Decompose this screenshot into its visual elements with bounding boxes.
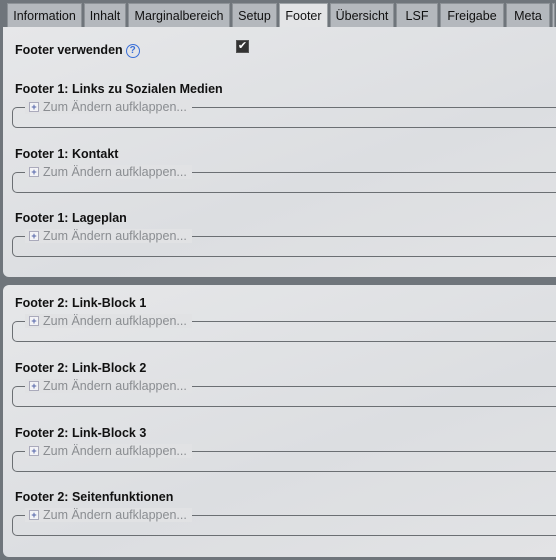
collapsible-fieldset: + Zum Ändern aufklappen... — [12, 508, 556, 536]
footer-verwenden-checkbox[interactable]: ✔ — [236, 40, 249, 53]
tab-übersicht[interactable]: Übersicht — [330, 3, 394, 27]
tab-lsf[interactable]: LSF — [396, 3, 438, 27]
collapsible-fieldset: + Zum Ändern aufklappen... — [12, 165, 556, 193]
footer-verwenden-row: Footer verwenden? — [15, 43, 140, 58]
plus-icon: + — [29, 102, 39, 112]
expand-label: Zum Ändern aufklappen... — [43, 100, 187, 114]
expand-toggle[interactable]: + Zum Ändern aufklappen... — [25, 444, 192, 458]
collapsible-fieldset: + Zum Ändern aufklappen... — [12, 100, 556, 128]
expand-toggle[interactable]: + Zum Ändern aufklappen... — [25, 100, 192, 114]
expand-label: Zum Ändern aufklappen... — [43, 229, 187, 243]
section-title: Footer 2: Link-Block 3 — [15, 426, 147, 440]
collapsible-fieldset: + Zum Ändern aufklappen... — [12, 379, 556, 407]
expand-label: Zum Ändern aufklappen... — [43, 444, 187, 458]
expand-label: Zum Ändern aufklappen... — [43, 165, 187, 179]
expand-toggle[interactable]: + Zum Ändern aufklappen... — [25, 165, 192, 179]
expand-label: Zum Ändern aufklappen... — [43, 508, 187, 522]
plus-icon: + — [29, 510, 39, 520]
section-title: Footer 2: Link-Block 1 — [15, 296, 147, 310]
section-title: Footer 1: Links zu Sozialen Medien — [15, 82, 223, 96]
footer-1-panel: Footer verwenden? ✔ Footer 1: Links zu S… — [3, 27, 556, 277]
plus-icon: + — [29, 167, 39, 177]
plus-icon: + — [29, 231, 39, 241]
section-title: Footer 2: Link-Block 2 — [15, 361, 147, 375]
tab-bar: Information Inhalt Marginalbereich Setup Foo… — [7, 3, 555, 28]
expand-label: Zum Ändern aufklappen... — [43, 379, 187, 393]
expand-label: Zum Ändern aufklappen... — [43, 314, 187, 328]
collapsible-fieldset: + Zum Ändern aufklappen... — [12, 314, 556, 342]
expand-toggle[interactable]: + Zum Ändern aufklappen... — [25, 314, 192, 328]
footer-verwenden-label: Footer verwenden — [15, 43, 123, 57]
tab-setup[interactable]: Setup — [232, 3, 277, 27]
plus-icon: + — [29, 316, 39, 326]
tab-freigabe[interactable]: Freigabe — [440, 3, 504, 27]
collapsible-fieldset: + Zum Ändern aufklappen... — [12, 444, 556, 472]
section-title: Footer 1: Lageplan — [15, 211, 127, 225]
tab-footer[interactable]: Footer — [279, 3, 328, 28]
plus-icon: + — [29, 446, 39, 456]
help-icon[interactable]: ? — [125, 44, 140, 58]
collapsible-fieldset: + Zum Ändern aufklappen... — [12, 229, 556, 257]
expand-toggle[interactable]: + Zum Ändern aufklappen... — [25, 508, 192, 522]
tab-marginalbereich[interactable]: Marginalbereich — [128, 3, 230, 27]
expand-toggle[interactable]: + Zum Ändern aufklappen... — [25, 229, 192, 243]
expand-toggle[interactable]: + Zum Ändern aufklappen... — [25, 379, 192, 393]
section-title: Footer 1: Kontakt — [15, 147, 119, 161]
footer-2-panel: Footer 2: Link-Block 1 + Zum Ändern aufkla… — [3, 285, 556, 557]
plus-icon: + — [29, 381, 39, 391]
tab-meta[interactable]: Meta — [506, 3, 550, 27]
tab-information[interactable]: Information — [7, 3, 82, 27]
tab-overflow[interactable] — [552, 3, 555, 27]
tab-inhalt[interactable]: Inhalt — [84, 3, 126, 27]
section-title: Footer 2: Seitenfunktionen — [15, 490, 174, 504]
